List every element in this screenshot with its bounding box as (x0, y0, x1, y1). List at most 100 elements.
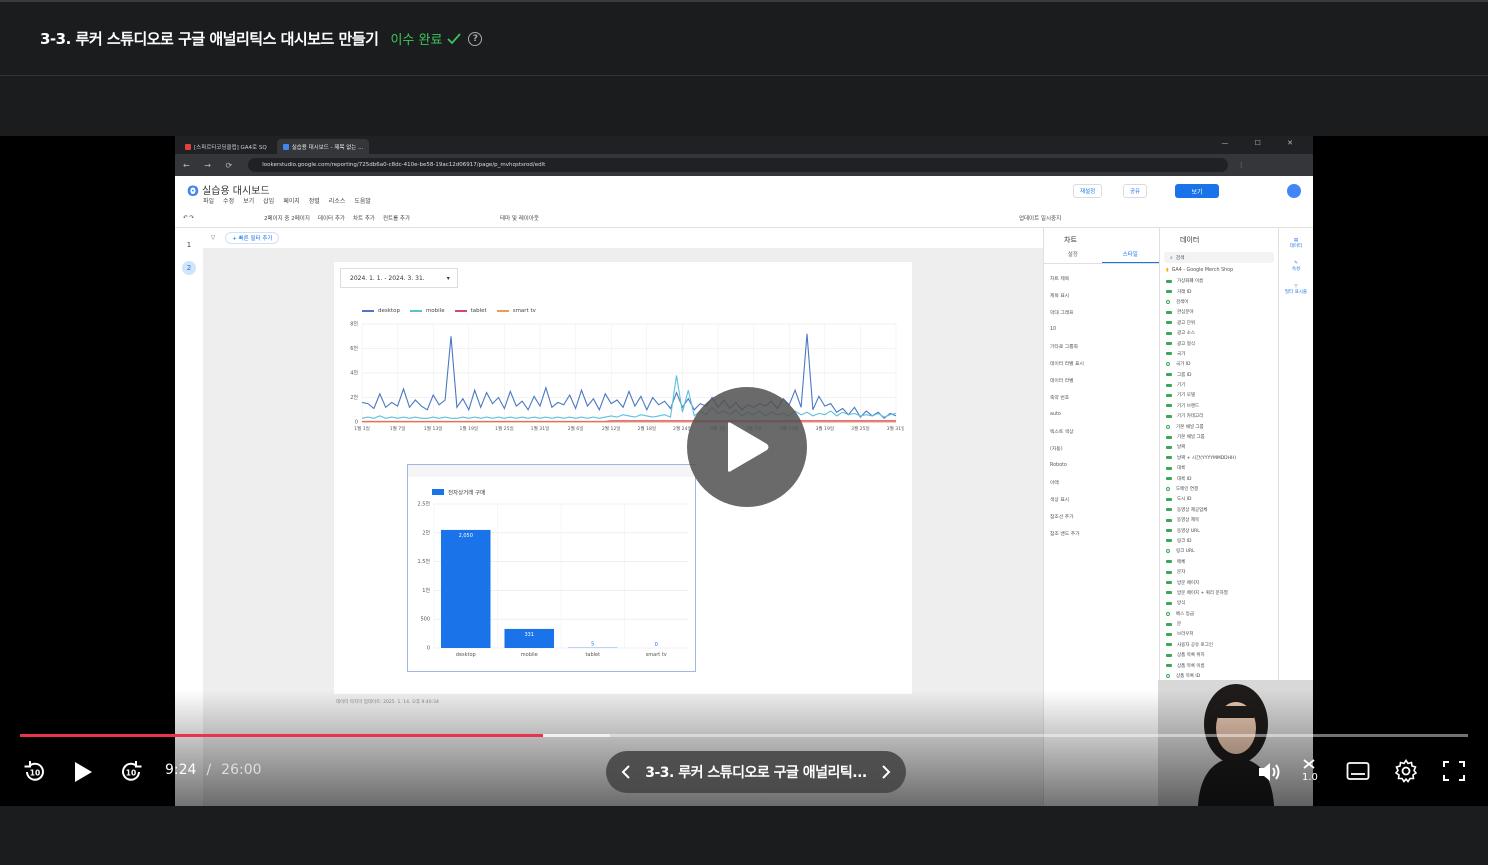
avatar (1287, 184, 1301, 198)
field-item: 브라우저 (1160, 629, 1278, 639)
toolbar-add-control: 컨트롤 추가 (382, 215, 411, 222)
help-icon[interactable]: ? (468, 31, 483, 46)
chart-panel-row: 데이터 라벨 (1050, 379, 1074, 384)
legend-label: 전자상거래 구매 (448, 489, 485, 497)
series-line-mobile (361, 375, 897, 419)
field-type-icon (1166, 664, 1172, 668)
field-item: 도시 ID (1160, 494, 1278, 504)
browser-tab-1: [스파르타코딩클럽] GA4로 SQ (179, 139, 273, 154)
field-item: 국가 (1160, 349, 1278, 359)
field-item: 검색어 (1160, 297, 1278, 307)
y-tick-label: 2천 (350, 394, 358, 401)
x-tick-label: mobile (521, 652, 538, 658)
field-type-icon (1166, 310, 1172, 314)
field-list: 가상화폐 이름 거래 ID 검색어 관심분야 광고 단위 광고 소스 광고 형식 국가 국가 I… (1160, 276, 1278, 712)
field-type-icon (1166, 653, 1172, 657)
speed-icon[interactable] (1302, 758, 1316, 770)
x-tick-label: 3월 19일 (815, 425, 834, 432)
field-item: 광고 형식 (1160, 338, 1278, 348)
page-number-1: 1 (186, 241, 192, 249)
play-pause-icon[interactable] (72, 760, 94, 784)
page-bottom-bar (0, 806, 1488, 865)
looker-menubar: 파일 수정 보기 삽입 페이지 정렬 리소스 도움말 (203, 196, 371, 205)
y-tick-label: 0 (427, 646, 430, 652)
subtitles-icon[interactable] (1346, 761, 1370, 781)
data-panel-title: 데이터 (1180, 236, 1200, 244)
field-label: 기기 (1177, 383, 1186, 389)
chart-panel-row: 데이터 라벨 표시 (1050, 362, 1084, 367)
x-tick-label: tablet (585, 652, 600, 658)
chevron-left-icon[interactable] (620, 764, 632, 780)
side-rail-filter-label: 필터 표시줄 (1284, 290, 1308, 295)
field-item: 기기 브랜드 (1160, 401, 1278, 411)
toolbar-add-chart: 차트 추가 (352, 215, 375, 222)
series-line-tablet (362, 420, 896, 422)
menu-file: 파일 (203, 198, 215, 205)
field-label: 상품 목록 이름 (1177, 663, 1205, 669)
volume-icon[interactable] (1257, 760, 1283, 784)
field-item: 그룹 ID (1160, 370, 1278, 380)
x-tick-label: 1월 7일 (390, 425, 406, 432)
browser-urlbar: ← → ⟳ lookerstudio.google.com/reporting/… (175, 154, 1313, 176)
field-label: 문자 (1177, 570, 1186, 576)
x-tick-label: 1월 13일 (424, 425, 443, 432)
menu-resource: 리소스 (328, 198, 346, 205)
legend-swatch (432, 489, 444, 495)
field-type-icon (1166, 424, 1170, 429)
x-tick-label: 3월 31일 (887, 425, 904, 432)
lecture-title: 3-3. 루커 스튜디오로 구글 애널리틱스 대시보드 만들기 (40, 30, 379, 48)
chart-panel-title: 차트 (1064, 236, 1077, 244)
lecture-navigator: 3-3. 루커 스튜디오로 구글 애널리틱... (606, 751, 906, 793)
field-label: 동영상 URL (1177, 528, 1200, 534)
chart-panel-row: 막대 그래프 (1050, 311, 1074, 316)
field-item: 광고 단위 (1160, 318, 1278, 328)
field-item: 기기 (1160, 380, 1278, 390)
field-item: 날짜 + 시간(YYYYMMDDHH) (1160, 453, 1278, 463)
side-rail-filter: ▽ 필터 표시줄 (1284, 284, 1308, 295)
bar-chart-frame: 전자상거래 구매 0 500 1천 1.5천 2천 2.5천 2,050 desktop 331 m… (407, 464, 697, 672)
chart-panel-subtabs: 설정 스타일 (1044, 250, 1159, 264)
menu-page: 페이지 (283, 198, 300, 205)
field-item: 상품 목록 위치 (1160, 650, 1278, 660)
menu-insert: 삽입 (263, 198, 275, 205)
x-tick-label: 1월 19일 (459, 425, 478, 432)
field-label: 가상화폐 이름 (1177, 279, 1204, 285)
field-label: 도메인 연결 (1176, 487, 1199, 492)
field-type-icon (1166, 414, 1172, 418)
current-lecture-title[interactable]: 3-3. 루커 스튜디오로 구글 애널리틱... (645, 762, 867, 782)
field-item: 도메인 연결 (1160, 484, 1278, 494)
field-item: 대륙 ID (1160, 473, 1278, 483)
field-label: 검색어 (1176, 299, 1189, 305)
field-label: 방문 페이지 + 쿼리 문자열 (1177, 590, 1228, 596)
field-type-icon (1166, 601, 1172, 605)
rewind-10-icon[interactable]: 10 (22, 759, 48, 785)
field-item: 매체 (1160, 557, 1278, 567)
fullscreen-icon[interactable] (1443, 761, 1465, 781)
settings-gear-icon[interactable] (1394, 759, 1418, 783)
data-source-label: GA4 - Google Merch Shop (1171, 268, 1234, 273)
browser-menu-icon: ⋮ (1238, 161, 1245, 169)
speed-label[interactable]: 1.0 (1302, 772, 1318, 783)
field-item: 기본 채널 그룹 (1160, 432, 1278, 442)
y-tick-label: 6천 (350, 345, 358, 352)
y-tick-label: 8천 (350, 321, 358, 328)
field-item: 방식 (1160, 598, 1278, 608)
field-type-icon (1166, 466, 1172, 470)
analytics-icon: ▮ (1166, 268, 1169, 273)
forward-10-icon[interactable]: 10 (118, 759, 144, 785)
field-type-icon (1166, 373, 1172, 377)
x-tick-label: 2월 6일 (568, 425, 584, 432)
completion-label: 이수 완료 (390, 33, 443, 48)
side-rail-properties-label: 속성 (1291, 267, 1301, 272)
center-play-button[interactable] (687, 387, 807, 507)
time-separator: / (206, 762, 212, 778)
menu-view: 보기 (243, 198, 255, 205)
completion-status: 이수 완료 (390, 29, 462, 48)
filter-icon: ▽ (211, 235, 216, 241)
field-item: 기본 채널 그룹 (1160, 421, 1278, 431)
field-item: 동영상 제공업체 (1160, 505, 1278, 515)
menu-help: 도움말 (354, 198, 371, 205)
field-label: 방문 페이지 (1177, 580, 1200, 586)
chevron-right-icon[interactable] (880, 764, 892, 780)
chart-panel-rows: 차트 제목 제목 표시 막대 그래프 10 기타로 그룹화 데이터 라벨 표시 데이터 라벨… (1044, 264, 1159, 542)
